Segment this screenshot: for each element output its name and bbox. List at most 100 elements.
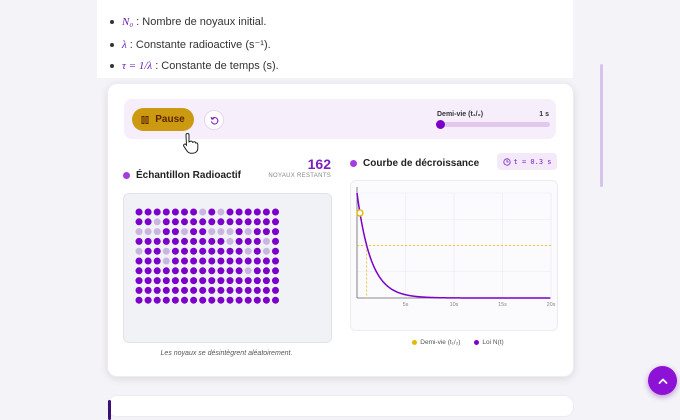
nucleus [262,208,270,216]
nucleus [226,257,234,265]
nucleus [226,267,234,275]
nucleus [199,257,207,265]
nucleus [135,286,143,294]
definition-symbol: λ [122,38,127,51]
nucleus [208,208,216,216]
nucleus [244,277,252,285]
pause-button[interactable]: Pause [132,108,194,131]
nucleus [199,228,207,236]
decayed-nucleus [244,228,252,236]
nucleus [135,257,143,265]
definition-text: : Constante de temps (s). [155,60,279,72]
nucleus [135,296,143,304]
nucleus [253,257,261,265]
nucleus [144,247,152,255]
nucleus [253,296,261,304]
decayed-nucleus [226,237,234,245]
nucleus [153,257,161,265]
legend-swatch [474,340,480,345]
nucleus [262,286,270,294]
nucleus [253,228,261,236]
curve-title-text: Courbe de décroissance [363,158,480,169]
nucleus [190,237,198,245]
nucleus [162,277,170,285]
nucleus [199,237,207,245]
nucleus [244,208,252,216]
nucleus [199,286,207,294]
bullet-dot [110,64,114,68]
title-dot [123,172,130,179]
nucleus [244,296,252,304]
nucleus [235,247,243,255]
nucleus [235,208,243,216]
nucleus [272,218,279,226]
nucleus [181,286,188,294]
nucleus [272,277,279,285]
decay-chart: 5s 10s 15s 20s [350,180,558,331]
bullet-dot [110,20,114,24]
simulation-card: Pause Demi-vie (t₁/₂) 1 s Échantillon Ra… [107,83,574,377]
nucleus [181,218,188,226]
nucleus [199,218,207,226]
nucleus [262,228,270,236]
nucleus [190,267,198,275]
nucleus [181,247,188,255]
nucleus [217,237,225,245]
remaining-count-label: NOYAUX RESTANTS [268,173,331,179]
nucleus [217,267,225,275]
nucleus [253,247,261,255]
nucleus [217,277,225,285]
nucleus [171,257,179,265]
nucleus [272,267,279,275]
nucleus [162,286,170,294]
x-tick-label: 5s [403,302,409,308]
nucleus [226,286,234,294]
decayed-nucleus [217,208,225,216]
nucleus [153,237,161,245]
scroll-top-button[interactable] [648,366,677,395]
nucleus [226,218,234,226]
nucleus [162,237,170,245]
halflife-slider[interactable] [436,120,550,129]
halflife-slider-thumb[interactable] [436,120,445,129]
remaining-count: 162 [307,156,331,172]
x-tick-label: 10s [450,302,459,308]
definition-text: : Constante radioactive (s⁻¹). [129,39,271,51]
decayed-nucleus [244,267,252,275]
nucleus [199,247,207,255]
nucleus [135,267,143,275]
x-tick-label: 15s [498,302,507,308]
nucleus [262,218,270,226]
decayed-nucleus [208,228,216,236]
nucleus [272,257,279,265]
chart-legend: Demi-vie (t₁/₂) Loi N(t) [358,339,558,346]
next-card-accent [108,400,111,420]
nucleus [272,237,279,245]
nucleus [162,228,170,236]
decayed-nucleus [162,257,170,265]
nucleus [171,218,179,226]
definition-item: λ : Constante radioactive (s⁻¹). [110,38,271,51]
nucleus [235,257,243,265]
nucleus [181,296,188,304]
nucleus [171,277,179,285]
nucleus [153,296,161,304]
legend-item-law: Loi N(t) [474,339,504,346]
definition-symbol: τ = 1/λ [122,60,153,72]
nucleus [153,267,161,275]
reset-icon [210,116,218,125]
reset-button[interactable] [204,110,224,130]
nucleus [171,286,179,294]
nucleus [144,267,152,275]
scrollbar-thumb[interactable] [600,64,603,187]
nucleus [208,237,216,245]
nucleus [190,257,198,265]
nucleus [272,208,279,216]
x-tick-label: 20s [547,302,556,308]
nucleus [217,218,225,226]
halflife-label: Demi-vie (t₁/₂) [437,111,484,118]
nucleus [208,296,216,304]
nucleus [226,296,234,304]
nucleus [272,286,279,294]
nucleus [235,237,243,245]
